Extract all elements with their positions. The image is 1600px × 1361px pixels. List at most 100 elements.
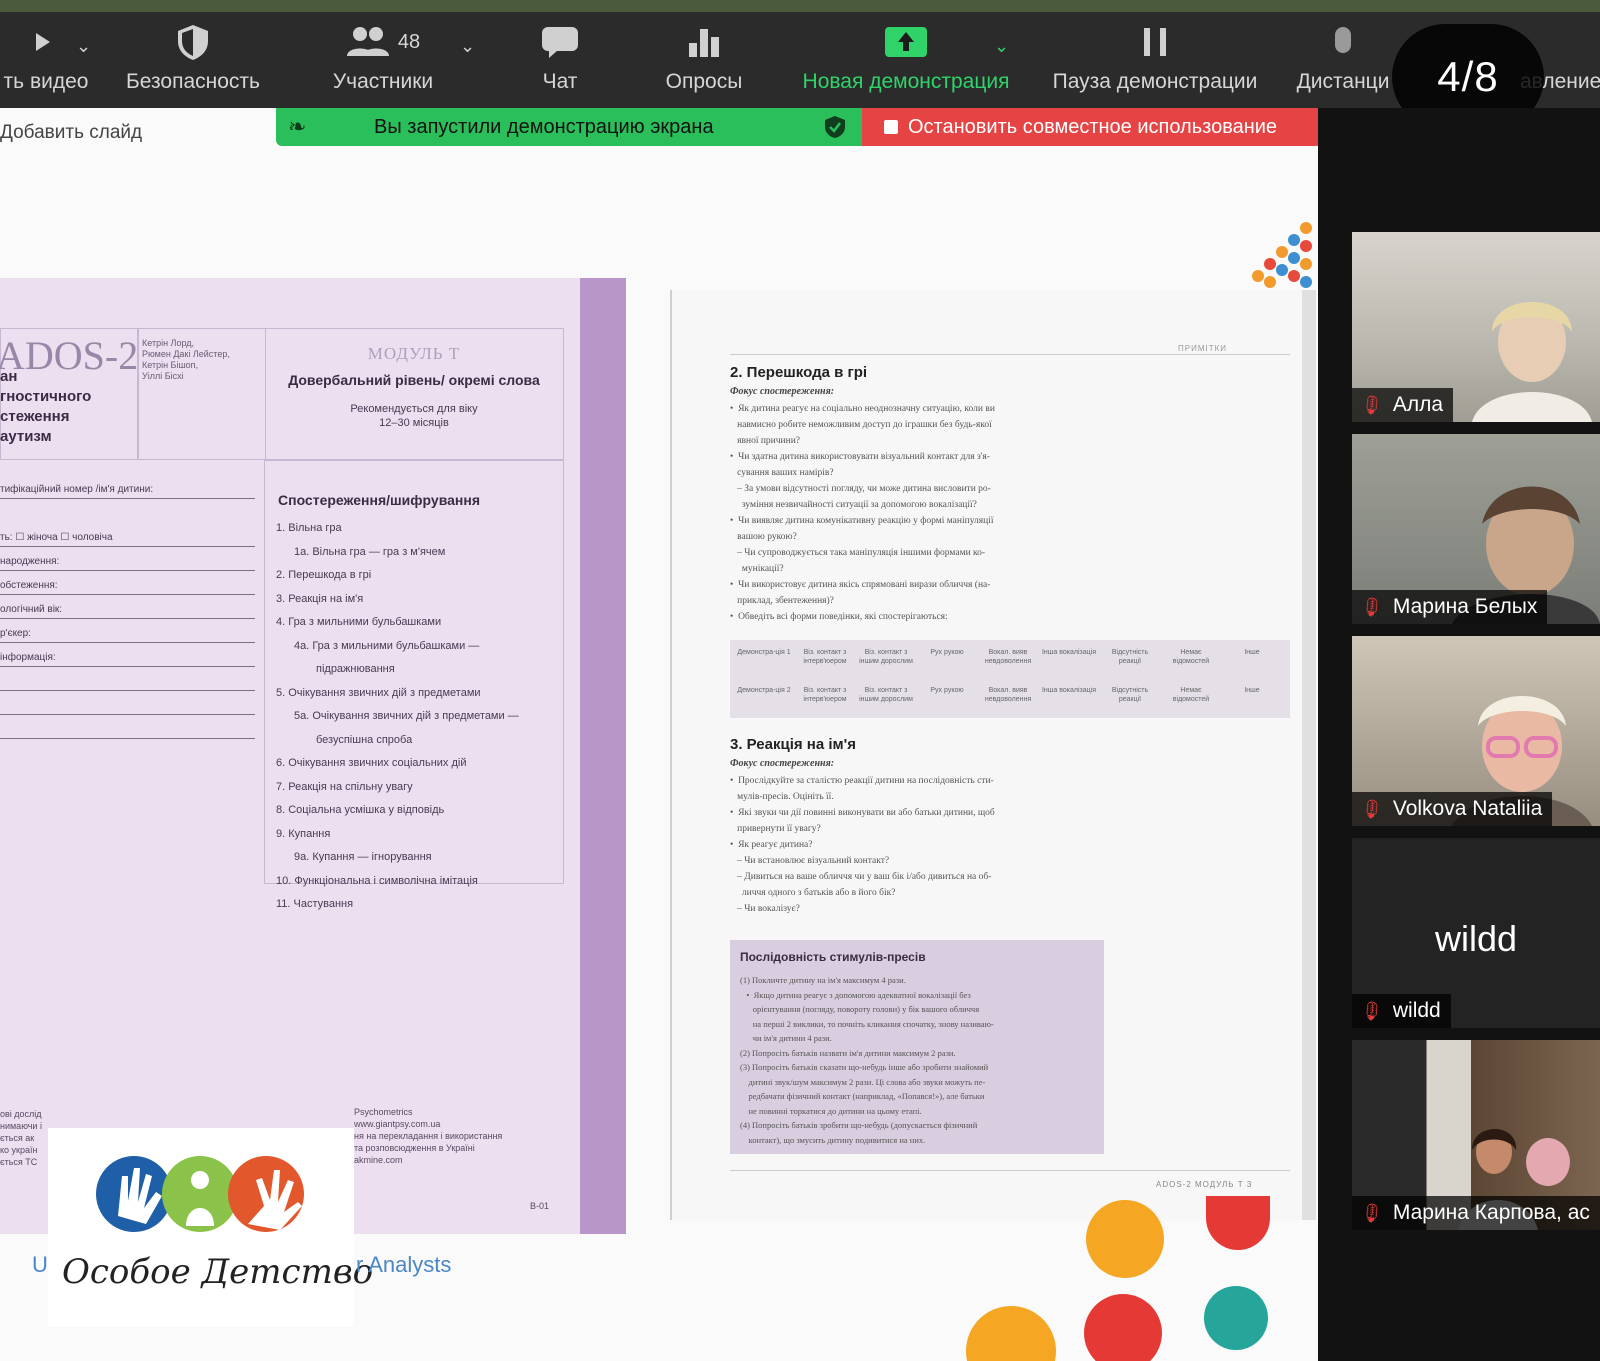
cover-page-number: B-01: [530, 1201, 550, 1211]
note-line: www.giantpsy.com.ua: [354, 1119, 441, 1129]
text-line: – Чи встановлює візуальний контакт?: [730, 856, 890, 866]
form-field: інформація:: [0, 652, 255, 667]
observation-item: 3. Реакція на ім'я: [276, 592, 364, 605]
text-line: личчя одного з батьків або в його бік?: [730, 888, 896, 898]
polls-button[interactable]: Опросы: [650, 22, 758, 102]
participant-tile[interactable]: 🎙 Марина Белых: [1352, 434, 1600, 624]
observation-item: підражнювання: [316, 663, 395, 675]
participant-tile[interactable]: 🎙 Алла: [1352, 232, 1600, 422]
remote-control-button[interactable]: Дистанци: [1288, 22, 1398, 102]
new-share-button[interactable]: Новая демонстрация: [786, 22, 1026, 102]
form-blank-line: [0, 676, 255, 691]
module-level: Довербальний рівень/ окремі слова: [288, 372, 540, 388]
observation-item: 4. Гра з мильними бульбашками: [276, 616, 442, 628]
remote-control-label: Дистанци: [1296, 70, 1390, 93]
watermark-letter: U: [32, 1252, 48, 1277]
zoom-window: ть видео ⌄ Безопасность 48 Участники ⌄ Ч…: [0, 0, 1600, 1361]
observation-item: безуспішна спроба: [316, 733, 413, 746]
participant-tile[interactable]: wildd 🎙 wildd: [1352, 838, 1600, 1028]
cover-line: ан: [0, 368, 18, 385]
decor-circle-teal: [1204, 1286, 1268, 1350]
form-field: народження:: [0, 556, 255, 571]
chat-button[interactable]: Чат: [520, 22, 600, 102]
participants-button[interactable]: 48 Участники: [318, 22, 448, 102]
observation-item: 5. Очікування звичних дій з предметами: [276, 686, 481, 699]
text-line: (3) Попросіть батьків сказати що-небудь …: [740, 1062, 989, 1072]
table-cell: Демонстра-ція 2: [737, 687, 791, 694]
text-line: • Які звуки чи дії повинні виконувати ви…: [730, 808, 995, 818]
text-line: не повинні торкатися до дитини на цьому …: [740, 1105, 922, 1116]
stop-sharing-label: Остановить совместное использование: [908, 115, 1278, 138]
form-field: ть: ☐ жіноча ☐ чоловіча: [0, 532, 255, 547]
logo-text: Особое Детство: [62, 1252, 374, 1292]
table-cell: Інша вокалізація: [1041, 687, 1096, 694]
text-line: чи ім'я дитини 4 рази.: [740, 1033, 832, 1043]
text-line: зуміння незвичайності ситуації за допомо…: [730, 500, 977, 510]
video-options-caret-icon[interactable]: ⌄: [76, 36, 91, 57]
add-slide-link[interactable]: Добавить слайд: [0, 122, 142, 144]
observation-item: 6. Очікування звичних соціальних дій: [276, 757, 467, 769]
security-shield-icon: [824, 115, 846, 139]
focus-label-2: Фокус спостереження:: [730, 758, 835, 769]
cover-line: аутизм: [0, 428, 52, 445]
ados-cover-page: ADOS-2 ан гностичного стеження аутизм Ке…: [0, 278, 626, 1234]
page-edge: [1302, 290, 1316, 1220]
text-line: вашою рукою?: [730, 532, 797, 542]
stop-video-button[interactable]: ть видео: [0, 22, 92, 102]
text-line: привернути її увагу?: [730, 824, 821, 834]
observation-item: 4а. Гра з мильними бульбашками —: [294, 639, 480, 652]
observation-item: 5а. Очікування звичних дій з предметами …: [294, 710, 519, 722]
participant-name-tag: 🎙 Volkova Nataliia: [1352, 792, 1553, 826]
muted-mic-icon: 🎙: [1357, 795, 1386, 822]
age-recommendation: Рекомендується для віку 12–30 місяців: [264, 402, 564, 430]
stop-square-icon: [884, 120, 898, 134]
author: Кетрін Бішоп,: [142, 360, 199, 370]
participant-name-tag: 🎙 Марина Карпова, ас: [1352, 1196, 1600, 1230]
table-cell: Віз. контакт з іншим дорослим: [859, 649, 913, 665]
new-share-label: Новая демонстрация: [802, 70, 1010, 93]
stimulus-box: Послідовність стимулів-пресів (1) Поклич…: [730, 940, 1104, 1154]
participants-caret-icon[interactable]: ⌄: [460, 36, 475, 57]
participants-icon: 48: [318, 22, 448, 62]
text-line: • Якщо дитина реагує з допомогою адекват…: [740, 989, 971, 1000]
table-cell: Вокал. вияв невдоволення: [984, 649, 1032, 665]
authors: Кетрін Лорд, Рюмен Дакі Лейстер, Кетрін …: [142, 338, 252, 382]
share-screen-up-arrow-icon: [786, 22, 1026, 62]
sharing-status-text: Вы запустили демонстрацию экрана: [374, 115, 714, 138]
header-rule: [730, 354, 1290, 355]
table-cell: Рух рукою: [930, 687, 964, 694]
participant-tile[interactable]: 🎙 Volkova Nataliia: [1352, 636, 1600, 826]
text-line: (4) Попросіть батьків зробити що-небудь …: [740, 1120, 978, 1130]
watermark-text: r Analysts: [356, 1252, 452, 1277]
muted-mic-icon: 🎙: [1357, 997, 1386, 1024]
participant-name: Марина Белых: [1392, 595, 1538, 618]
decor-circle-orange: [1086, 1200, 1164, 1278]
remote-control-icon: [1288, 22, 1398, 62]
decorative-dots-pattern: [1252, 222, 1312, 288]
leaf-icon: ❧: [288, 114, 307, 139]
publisher-notes-left: ові дослід нимаючи і ється ак ко україн …: [0, 1108, 42, 1168]
security-button[interactable]: Безопасность: [118, 22, 268, 102]
table-cell: Інше: [1244, 649, 1260, 656]
participant-video: [1472, 302, 1592, 422]
polls-label: Опросы: [665, 70, 743, 93]
pause-share-button[interactable]: Пауза демонстрации: [1040, 22, 1270, 102]
author: Рюмен Дакі Лейстер,: [142, 349, 230, 359]
section-3-title: 3. Реакція на ім'я: [730, 736, 856, 753]
text-line: – Чи супроводжується така маніпуляція ін…: [730, 548, 986, 558]
participant-name: Volkova Nataliia: [1392, 797, 1543, 820]
note-line: ня на перекладання і використання: [354, 1131, 503, 1141]
ados-title: ADOS-2: [0, 333, 139, 378]
sharing-status-banner: ❧ Вы запустили демонстрацию экрана: [276, 108, 862, 146]
text-line: • Обведіть всі форми поведінки, які спос…: [730, 612, 948, 622]
participant-tile[interactable]: 🎙 Марина Карпова, ас: [1352, 1040, 1600, 1230]
table-cell: Демонстра-ція 1: [737, 649, 791, 656]
text-line: мулів-пресів. Оцініть її.: [730, 792, 834, 802]
pause-share-label: Пауза демонстрации: [1052, 70, 1258, 93]
text-line: • Як реагує дитина?: [730, 840, 813, 850]
stop-sharing-button[interactable]: Остановить совместное использование: [862, 108, 1322, 146]
observation-item: 9. Купання: [276, 827, 331, 840]
observation-item: 11. Частування: [276, 898, 354, 910]
share-options-caret-icon[interactable]: ⌄: [994, 36, 1009, 57]
section-2-text: • Як дитина реагує на соціально неоднозн…: [730, 402, 1110, 626]
